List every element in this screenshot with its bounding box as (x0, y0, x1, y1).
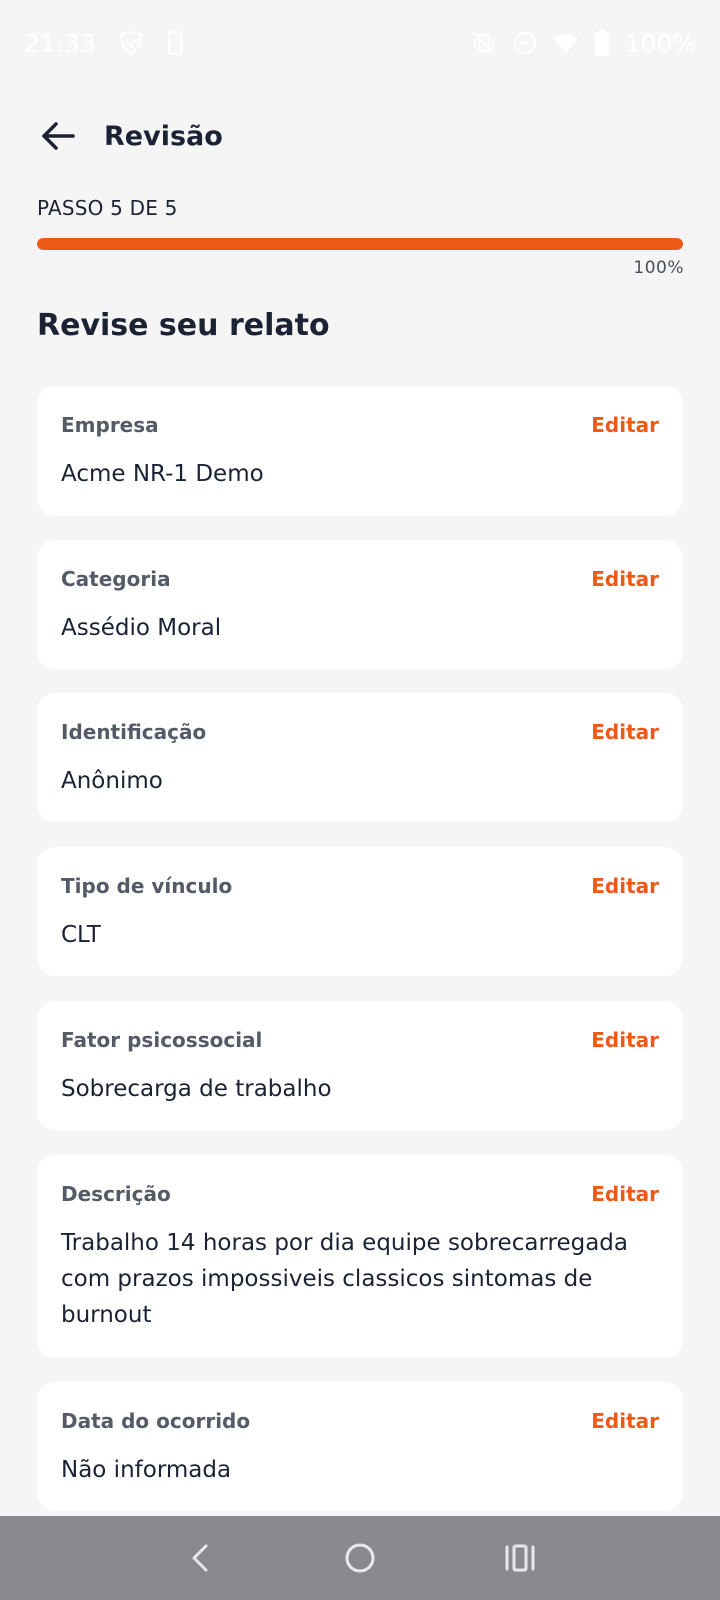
wifi-icon (553, 32, 579, 54)
card-descricao: Descrição Editar Trabalho 14 horas por d… (37, 1155, 683, 1358)
edit-fator-psicossocial-button[interactable]: Editar (591, 1028, 659, 1052)
app-bar: Revisão (0, 98, 720, 174)
arrow-left-icon (42, 122, 75, 150)
status-time: 21:33 (24, 28, 97, 58)
progress-fill (37, 238, 683, 250)
section-title: Revise seu relato (37, 308, 330, 343)
nav-home-button[interactable] (330, 1528, 390, 1588)
card-label: Identificação (61, 720, 207, 744)
card-tipo-vinculo: Tipo de vínculo Editar CLT (37, 847, 683, 976)
battery-percent: 100% (624, 28, 696, 58)
back-button[interactable] (28, 106, 88, 166)
card-identificacao: Identificação Editar Anônimo (37, 693, 683, 822)
step-label: PASSO 5 DE 5 (37, 196, 178, 220)
card-value: Acme NR-1 Demo (61, 461, 264, 487)
vibrate-off-icon (471, 30, 497, 56)
vpn-shield-icon (118, 30, 144, 56)
edit-empresa-button[interactable]: Editar (591, 413, 659, 437)
card-data-ocorrido: Data do ocorrido Editar Não informada (37, 1382, 683, 1511)
card-label: Fator psicossocial (61, 1028, 263, 1052)
card-label: Descrição (61, 1182, 171, 1206)
card-value: Sobrecarga de trabalho (61, 1076, 332, 1102)
card-label: Tipo de vínculo (61, 874, 233, 898)
card-value: CLT (61, 922, 101, 948)
page-title: Revisão (104, 120, 223, 152)
nav-recents-button[interactable] (490, 1528, 550, 1588)
review-screen: 21:33 100% Revisão PASSO 5 DE 5 100% Rev… (0, 0, 720, 1600)
edit-identificacao-button[interactable]: Editar (591, 720, 659, 744)
edit-descricao-button[interactable]: Editar (591, 1182, 659, 1206)
edit-categoria-button[interactable]: Editar (591, 567, 659, 591)
nav-recents-icon (505, 1544, 535, 1572)
card-label: Data do ocorrido (61, 1409, 251, 1433)
card-fator-psicossocial: Fator psicossocial Editar Sobrecarga de … (37, 1001, 683, 1130)
card-empresa: Empresa Editar Acme NR-1 Demo (37, 386, 683, 516)
progress-percent: 100% (633, 258, 684, 278)
edit-tipo-vinculo-button[interactable]: Editar (591, 874, 659, 898)
card-value: Anônimo (61, 768, 163, 794)
card-label: Categoria (61, 567, 171, 591)
progress-bar (37, 238, 683, 250)
nav-back-icon (192, 1544, 208, 1572)
phone-icon (166, 30, 184, 56)
status-bar: 21:33 100% (0, 0, 720, 86)
card-label: Empresa (61, 413, 159, 437)
nav-back-button[interactable] (170, 1528, 230, 1588)
card-value: Assédio Moral (61, 615, 222, 641)
card-value: Não informada (61, 1457, 232, 1483)
card-categoria: Categoria Editar Assédio Moral (37, 540, 683, 669)
system-nav-bar (0, 1516, 720, 1600)
do-not-disturb-icon (513, 31, 537, 55)
card-value: Trabalho 14 horas por dia equipe sobreca… (61, 1230, 628, 1328)
battery-icon (594, 30, 609, 56)
edit-data-ocorrido-button[interactable]: Editar (591, 1409, 659, 1433)
nav-home-icon (345, 1543, 375, 1573)
